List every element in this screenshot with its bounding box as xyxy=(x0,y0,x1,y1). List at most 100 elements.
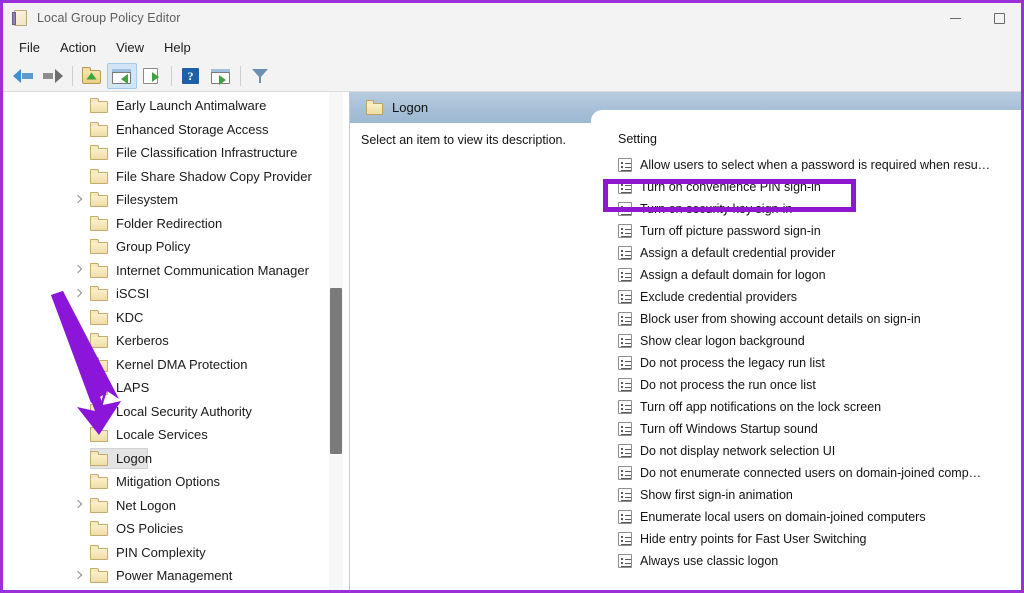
setting-list-item[interactable]: Assign a default domain for logon xyxy=(618,264,1021,286)
policy-setting-icon xyxy=(618,268,632,282)
setting-column-header: Setting xyxy=(618,132,657,146)
setting-list-item[interactable]: Hide entry points for Fast User Switchin… xyxy=(618,528,1021,550)
tree-item-filesystem[interactable]: Filesystem xyxy=(3,188,349,212)
chevron-right-icon[interactable] xyxy=(73,571,83,581)
tree-item-logon[interactable]: Logon xyxy=(3,447,349,471)
forward-arrow-icon[interactable] xyxy=(38,63,68,89)
menu-help[interactable]: Help xyxy=(154,37,201,58)
folder-icon xyxy=(90,356,108,372)
tree-item-internet-communication-manager[interactable]: Internet Communication Manager xyxy=(3,259,349,283)
tree-item-group-policy[interactable]: Group Policy xyxy=(3,235,349,259)
folder-icon xyxy=(90,168,108,184)
chevron-right-icon[interactable] xyxy=(73,265,83,275)
window-title: Local Group Policy Editor xyxy=(37,11,181,25)
folder-icon xyxy=(90,403,108,419)
folder-icon xyxy=(90,309,108,325)
tree-item-kerberos[interactable]: Kerberos xyxy=(3,329,349,353)
policy-editor-icon xyxy=(12,9,29,27)
menu-file[interactable]: File xyxy=(9,37,50,58)
setting-list-item[interactable]: Turn off picture password sign-in xyxy=(618,220,1021,242)
tree-item-label: File Share Shadow Copy Provider xyxy=(116,168,312,184)
setting-label: Turn on convenience PIN sign-in xyxy=(640,180,821,194)
setting-list-item[interactable]: Turn off app notifications on the lock s… xyxy=(618,396,1021,418)
filter-icon[interactable] xyxy=(245,63,275,89)
tree-item-laps[interactable]: LAPS xyxy=(3,376,349,400)
setting-list-item[interactable]: Block user from showing account details … xyxy=(618,308,1021,330)
policy-setting-icon xyxy=(618,356,632,370)
setting-list-item[interactable]: Do not process the run once list xyxy=(618,374,1021,396)
folder-icon xyxy=(90,262,108,278)
tree-item-pin-complexity[interactable]: PIN Complexity xyxy=(3,541,349,565)
tree-item-iscsi[interactable]: iSCSI xyxy=(3,282,349,306)
chevron-right-icon[interactable] xyxy=(73,500,83,510)
setting-column: Setting Allow users to select when a pas… xyxy=(606,123,1021,590)
up-one-level-icon[interactable] xyxy=(77,63,107,89)
description-placeholder: Select an item to view its description. xyxy=(361,133,566,147)
tree-item-label: Folder Redirection xyxy=(116,215,223,231)
setting-list-item[interactable]: Do not enumerate connected users on doma… xyxy=(618,462,1021,484)
minimize-button[interactable] xyxy=(933,3,977,33)
tree-item-recovery[interactable]: Recovery xyxy=(3,588,349,591)
tree-scrollbar[interactable] xyxy=(329,92,343,590)
folder-icon xyxy=(90,98,108,114)
tree-item-label: PIN Complexity xyxy=(116,544,206,560)
setting-list-item[interactable]: Do not process the legacy run list xyxy=(618,352,1021,374)
folder-icon xyxy=(90,239,108,255)
setting-list-item[interactable]: Turn on convenience PIN sign-in xyxy=(618,176,1021,198)
setting-label: Block user from showing account details … xyxy=(640,312,921,326)
tree-item-folder-redirection[interactable]: Folder Redirection xyxy=(3,212,349,236)
setting-list-item[interactable]: Show clear logon background xyxy=(618,330,1021,352)
tree-item-file-share-shadow-copy-provider[interactable]: File Share Shadow Copy Provider xyxy=(3,165,349,189)
setting-label: Turn on security key sign-in xyxy=(640,202,793,216)
menu-action[interactable]: Action xyxy=(50,37,106,58)
tree-item-net-logon[interactable]: Net Logon xyxy=(3,494,349,518)
tree-item-os-policies[interactable]: OS Policies xyxy=(3,517,349,541)
setting-list-item[interactable]: Always use classic logon xyxy=(618,550,1021,572)
tree-item-label: LAPS xyxy=(116,380,150,396)
setting-label: Allow users to select when a password is… xyxy=(640,158,991,172)
help-icon[interactable]: ? xyxy=(176,63,206,89)
tree-item-label: Local Security Authority xyxy=(116,403,252,419)
setting-list-item[interactable]: Do not display network selection UI xyxy=(618,440,1021,462)
tree-item-label: Filesystem xyxy=(116,192,179,208)
setting-label: Turn off app notifications on the lock s… xyxy=(640,400,882,414)
back-arrow-icon[interactable] xyxy=(8,63,38,89)
setting-list-item[interactable]: Allow users to select when a password is… xyxy=(618,154,1021,176)
tree-item-early-launch-antimalware[interactable]: Early Launch Antimalware xyxy=(3,94,349,118)
folder-icon xyxy=(90,333,108,349)
tree-item-kernel-dma-protection[interactable]: Kernel DMA Protection xyxy=(3,353,349,377)
setting-list-item[interactable]: Exclude credential providers xyxy=(618,286,1021,308)
policy-setting-icon xyxy=(618,246,632,260)
tree-item-locale-services[interactable]: Locale Services xyxy=(3,423,349,447)
folder-icon xyxy=(90,121,108,137)
tree-item-file-classification-infrastructure[interactable]: File Classification Infrastructure xyxy=(3,141,349,165)
show-hide-tree-icon[interactable] xyxy=(107,63,137,89)
properties-icon[interactable] xyxy=(206,63,236,89)
setting-list-item[interactable]: Turn on security key sign-in xyxy=(618,198,1021,220)
tree-item-local-security-authority[interactable]: Local Security Authority xyxy=(3,400,349,424)
tree-item-label: Enhanced Storage Access xyxy=(116,121,269,137)
chevron-right-icon[interactable] xyxy=(73,195,83,205)
tree-item-enhanced-storage-access[interactable]: Enhanced Storage Access xyxy=(3,118,349,142)
setting-list-item[interactable]: Turn off Windows Startup sound xyxy=(618,418,1021,440)
window-controls xyxy=(933,3,1021,33)
setting-list-item[interactable]: Enumerate local users on domain-joined c… xyxy=(618,506,1021,528)
folder-icon xyxy=(90,497,108,513)
setting-list-item[interactable]: Assign a default credential provider xyxy=(618,242,1021,264)
tree-item-mitigation-options[interactable]: Mitigation Options xyxy=(3,470,349,494)
export-list-icon[interactable] xyxy=(137,63,167,89)
tree-scrollbar-thumb[interactable] xyxy=(330,288,342,454)
policy-setting-icon xyxy=(618,290,632,304)
policy-setting-icon xyxy=(618,378,632,392)
policy-setting-icon xyxy=(618,202,632,216)
menu-view[interactable]: View xyxy=(106,37,154,58)
tree-item-kdc[interactable]: KDC xyxy=(3,306,349,330)
maximize-button[interactable] xyxy=(977,3,1021,33)
tree-item-label: iSCSI xyxy=(116,286,150,302)
toolbar-separator-2 xyxy=(171,66,172,86)
setting-label: Show clear logon background xyxy=(640,334,805,348)
tree-item-power-management[interactable]: Power Management xyxy=(3,564,349,588)
chevron-right-icon[interactable] xyxy=(73,289,83,299)
setting-list-item[interactable]: Show first sign-in animation xyxy=(618,484,1021,506)
folder-icon xyxy=(90,145,108,161)
